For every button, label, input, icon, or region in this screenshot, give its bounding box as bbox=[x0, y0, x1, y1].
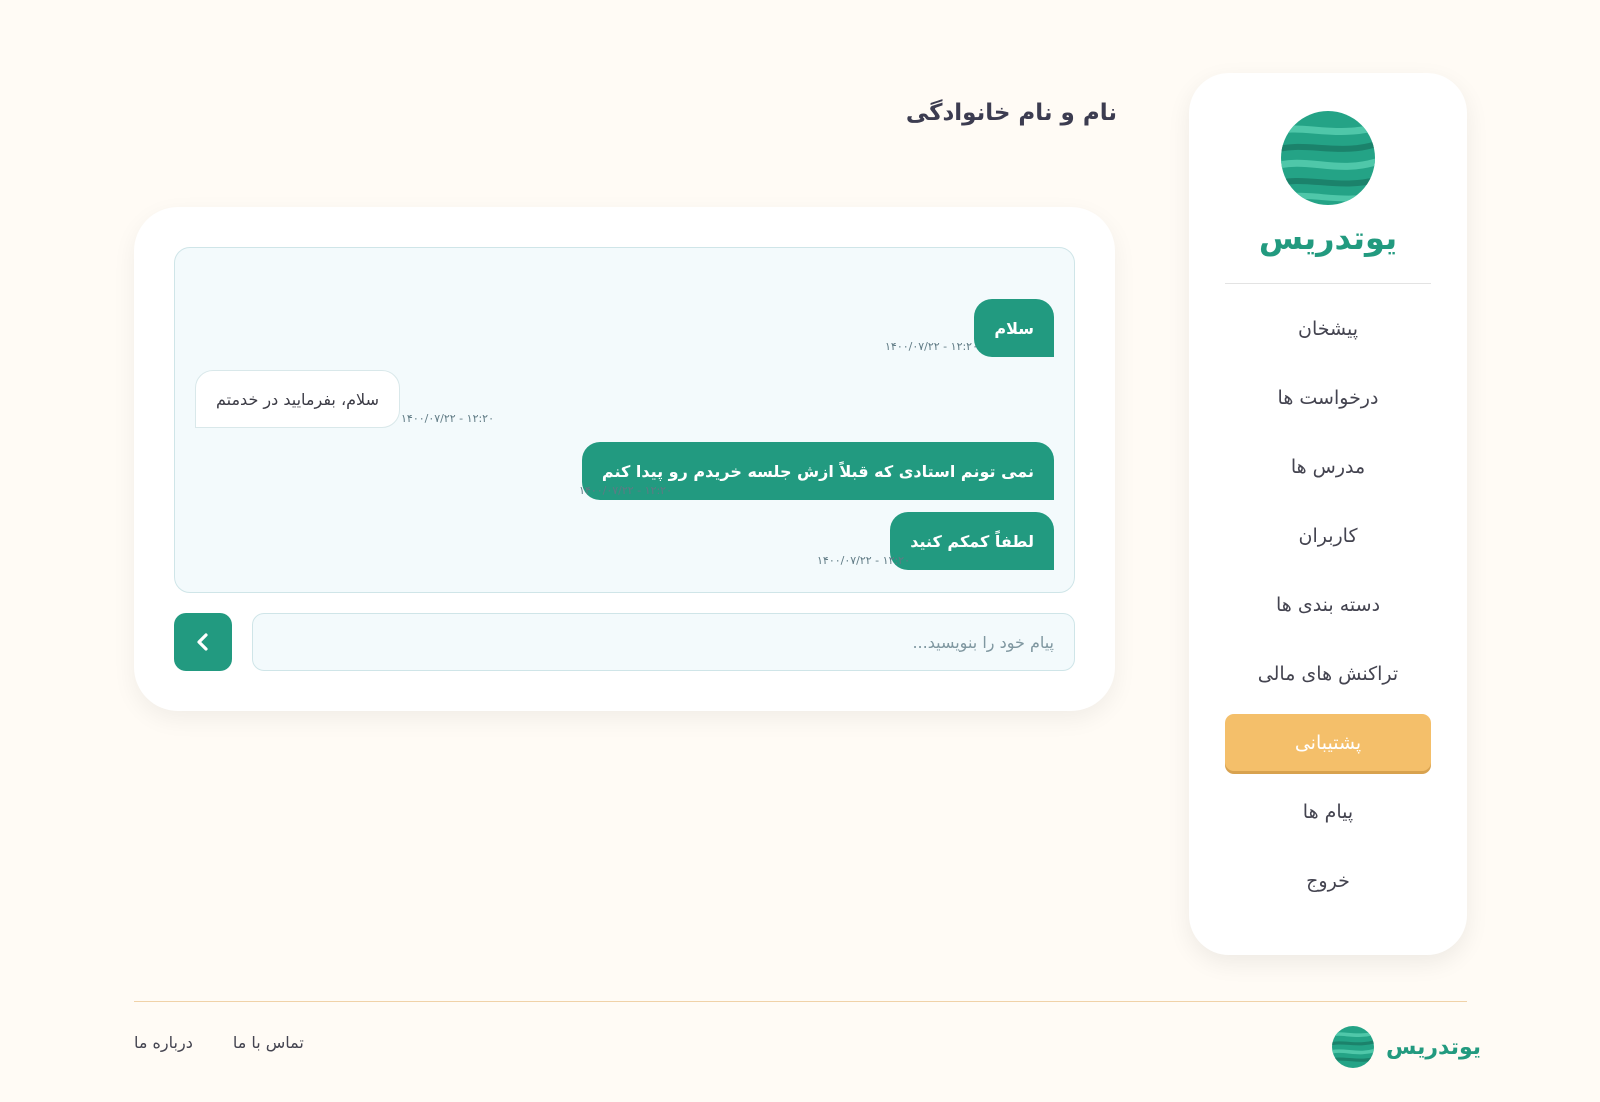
message-timestamp: ۱۲:۲۰ - ۱۴۰۰/۰۷/۲۲ bbox=[579, 484, 672, 497]
footer-link-about[interactable]: درباره ما bbox=[134, 1033, 193, 1052]
sidebar-item-transactions[interactable]: تراکنش های مالی bbox=[1225, 645, 1431, 702]
sidebar-item-categories[interactable]: دسته بندی ها bbox=[1225, 576, 1431, 633]
sidebar: یوتدریس پیشخان درخواست ها مدرس ها کاربرا… bbox=[1189, 73, 1467, 955]
brand-logo-icon bbox=[1281, 111, 1375, 205]
footer-links: درباره ما تماس با ما bbox=[134, 1033, 304, 1052]
message-list: سلام ۱۲:۲۰ - ۱۴۰۰/۰۷/۲۲ سلام، بفرمایید د… bbox=[174, 247, 1075, 593]
sidebar-nav: پیشخان درخواست ها مدرس ها کاربران دسته ب… bbox=[1225, 300, 1431, 921]
message-bubble: لطفاً کمکم کنید bbox=[890, 512, 1054, 570]
footer-logo-icon bbox=[1332, 1026, 1374, 1068]
footer-brand-name: یوتدریس bbox=[1386, 1034, 1482, 1060]
brand-title: یوتدریس bbox=[1258, 219, 1398, 257]
footer-link-contact[interactable]: تماس با ما bbox=[233, 1033, 304, 1052]
page-title: نام و نام خانوادگی bbox=[905, 100, 1117, 126]
message-outgoing: لطفاً کمکم کنید bbox=[890, 512, 1054, 570]
message-incoming: سلام، بفرمایید در خدمتم bbox=[195, 370, 400, 428]
sidebar-item-teachers[interactable]: مدرس ها bbox=[1225, 438, 1431, 495]
message-timestamp: ۱۲:۲۰ - ۱۴۰۰/۰۷/۲۲ bbox=[817, 554, 910, 567]
message-bubble: سلام bbox=[974, 299, 1054, 357]
message-timestamp: ۱۲:۲۰ - ۱۴۰۰/۰۷/۲۲ bbox=[885, 340, 978, 353]
sidebar-item-users[interactable]: کاربران bbox=[1225, 507, 1431, 564]
message-bubble: سلام، بفرمایید در خدمتم bbox=[195, 370, 400, 428]
chat-card: سلام ۱۲:۲۰ - ۱۴۰۰/۰۷/۲۲ سلام، بفرمایید د… bbox=[134, 207, 1115, 711]
message-timestamp: ۱۲:۲۰ - ۱۴۰۰/۰۷/۲۲ bbox=[401, 412, 494, 425]
send-button[interactable] bbox=[174, 613, 232, 671]
footer-brand[interactable]: یوتدریس bbox=[1332, 1026, 1481, 1068]
message-composer bbox=[174, 613, 1075, 671]
footer-divider bbox=[134, 1001, 1467, 1002]
sidebar-item-dashboard[interactable]: پیشخان bbox=[1225, 300, 1431, 357]
chevron-left-icon bbox=[197, 633, 208, 651]
message-input[interactable] bbox=[252, 613, 1075, 671]
sidebar-divider bbox=[1225, 283, 1431, 284]
sidebar-item-requests[interactable]: درخواست ها bbox=[1225, 369, 1431, 426]
sidebar-item-messages[interactable]: پیام ها bbox=[1225, 783, 1431, 840]
sidebar-item-support[interactable]: پشتیبانی bbox=[1225, 714, 1431, 771]
message-outgoing: سلام bbox=[974, 299, 1054, 357]
sidebar-item-logout[interactable]: خروج bbox=[1225, 852, 1431, 909]
